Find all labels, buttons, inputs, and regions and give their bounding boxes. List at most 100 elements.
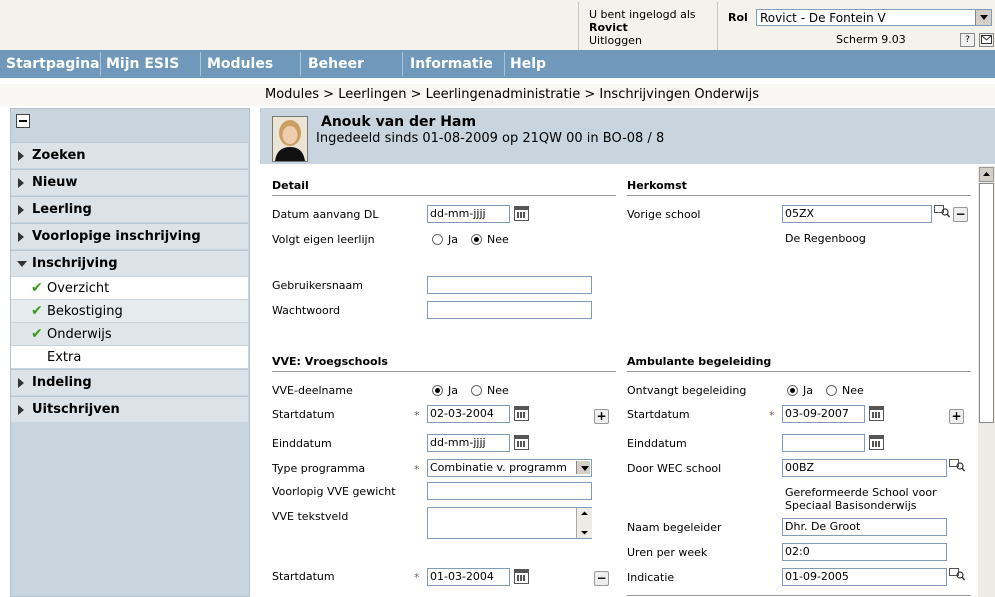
datum-aanvang-input[interactable]: dd-mm-jjjj [427,205,510,223]
nav-divider [200,52,201,76]
ontvangt-label: Ontvangt begeleiding [627,384,747,397]
vve-startdatum-input[interactable]: 02-03-2004 [427,405,510,423]
breadcrumb-bar: Modules > Leerlingen > Leerlingenadminis… [0,84,995,106]
vve-tekstveld-textarea[interactable] [427,507,592,539]
lookup-icon[interactable] [949,568,966,581]
type-programma-value: Combinatie v. programm [430,461,567,474]
calendar-icon[interactable] [514,435,529,450]
amb-einddatum-input[interactable] [782,434,865,452]
vve-ja-label: Ja [448,384,458,397]
nav-mijn-esis[interactable]: Mijn ESIS [106,50,179,78]
textarea-scrollbar[interactable] [576,508,592,538]
datum-aanvang-label: Datum aanvang DL [272,208,379,221]
sidebar-subitem-overzicht[interactable]: ✔ Overzicht [11,276,248,299]
amb-startdatum-input[interactable]: 03-09-2007 [782,405,865,423]
vve-nee-radio[interactable] [471,385,482,396]
sidebar-item-inschrijving[interactable]: Inschrijving [11,250,248,276]
leerlijn-nee-radio[interactable] [471,234,482,245]
ontvangt-nee-radio[interactable] [826,385,837,396]
vve-startdatum2-input[interactable]: 01-03-2004 [427,568,510,586]
sidebar-item-leerling[interactable]: Leerling [11,196,248,222]
calendar-icon[interactable] [869,435,884,450]
amb-einddatum-label: Einddatum [627,437,687,450]
wachtwoord-input[interactable] [427,301,592,319]
sidebar-item-voorlopige-inschrijving[interactable]: Voorlopige inschrijving [11,223,248,249]
chevron-down-icon [975,10,991,25]
vve-einddatum-input[interactable]: dd-mm-jjjj [427,434,510,452]
vve-deelname-label: VVE-deelname [272,384,353,397]
lookup-icon[interactable] [934,205,951,218]
nav-modules[interactable]: Modules [207,50,273,78]
nav-divider [402,52,403,76]
checkmark-icon: ✔ [31,280,43,296]
vve-startdatum-label: Startdatum [272,408,335,421]
gebruikersnaam-input[interactable] [427,276,592,294]
calendar-icon[interactable] [514,206,529,221]
type-programma-select[interactable]: Combinatie v. programm [427,459,592,477]
ontvangt-nee-label: Nee [842,384,864,397]
mail-icon[interactable] [979,33,994,47]
breadcrumb: Modules > Leerlingen > Leerlingenadminis… [265,87,760,102]
nav-informatie[interactable]: Informatie [410,50,493,78]
leerlijn-ja-label: Ja [448,233,458,246]
section-title-vve: VVE: Vroegschools [272,355,388,368]
help-button[interactable]: ? [960,33,975,47]
add-button[interactable]: + [594,409,609,424]
sidebar-subitem-onderwijs[interactable]: ✔ Onderwijs [11,322,248,345]
expand-icon [18,232,24,242]
calendar-icon[interactable] [514,406,529,421]
expand-icon [18,178,24,188]
remove-button[interactable]: − [594,571,609,586]
leerlijn-ja-radio[interactable] [432,234,443,245]
collapse-icon[interactable] [16,114,30,128]
section-divider [627,595,971,596]
rol-label: Rol [728,11,748,24]
student-name: Anouk van der Ham [321,114,477,130]
expand-icon [18,405,24,415]
wec-school-name: Gereformeerde School voor [785,486,937,499]
nav-beheer[interactable]: Beheer [308,50,364,78]
remove-button[interactable]: − [953,207,968,222]
sidebar-item-label: Indeling [32,375,92,390]
sidebar-item-label: Zoeken [32,148,86,163]
add-button[interactable]: + [949,409,964,424]
wec-school-input[interactable]: 00BZ [782,459,947,477]
required-marker: * [414,409,420,422]
sidebar-item-nieuw[interactable]: Nieuw [11,169,248,195]
ontvangt-ja-radio[interactable] [787,385,798,396]
sidebar-item-label: Inschrijving [32,256,118,271]
required-marker: * [769,409,775,422]
logout-link[interactable]: Uitloggen [589,34,642,47]
sidebar-item-label: Leerling [32,202,92,217]
rol-select[interactable]: Rovict - De Fontein V [756,9,992,26]
divider [578,2,579,50]
begeleider-input[interactable]: Dhr. De Groot [782,518,947,536]
sidebar-subitem-label: Overzicht [47,281,110,296]
calendar-icon[interactable] [514,569,529,584]
vve-nee-label: Nee [487,384,509,397]
scroll-thumb[interactable] [979,183,994,423]
calendar-icon[interactable] [869,406,884,421]
section-divider [272,195,616,196]
scroll-up-button[interactable] [979,167,994,182]
lookup-icon[interactable] [949,459,966,472]
uren-input[interactable]: 02:0 [782,543,947,561]
vorige-school-input[interactable]: 05ZX [782,205,932,223]
sidebar-subitem-bekostiging[interactable]: ✔ Bekostiging [11,299,248,322]
section-title-herkomst: Herkomst [627,179,687,192]
collapse-arrow-icon [17,261,27,267]
required-marker: * [414,463,420,476]
nav-help[interactable]: Help [510,50,546,78]
type-programma-label: Type programma [272,462,366,475]
sidebar-subitem-label: Bekostiging [47,304,123,319]
sidebar-item-zoeken[interactable]: Zoeken [11,142,248,168]
vve-ja-radio[interactable] [432,385,443,396]
vve-gewicht-input[interactable] [427,482,592,500]
nav-startpagina[interactable]: Startpagina [6,50,100,78]
sidebar-item-uitschrijven[interactable]: Uitschrijven [11,396,248,422]
indicatie-input[interactable]: 01-09-2005 [782,568,947,586]
sidebar-subitem-extra[interactable]: Extra [11,345,248,368]
sidebar-item-indeling[interactable]: Indeling [11,369,248,395]
sidebar-item-label: Voorlopige inschrijving [32,229,201,244]
expand-icon [18,205,24,215]
